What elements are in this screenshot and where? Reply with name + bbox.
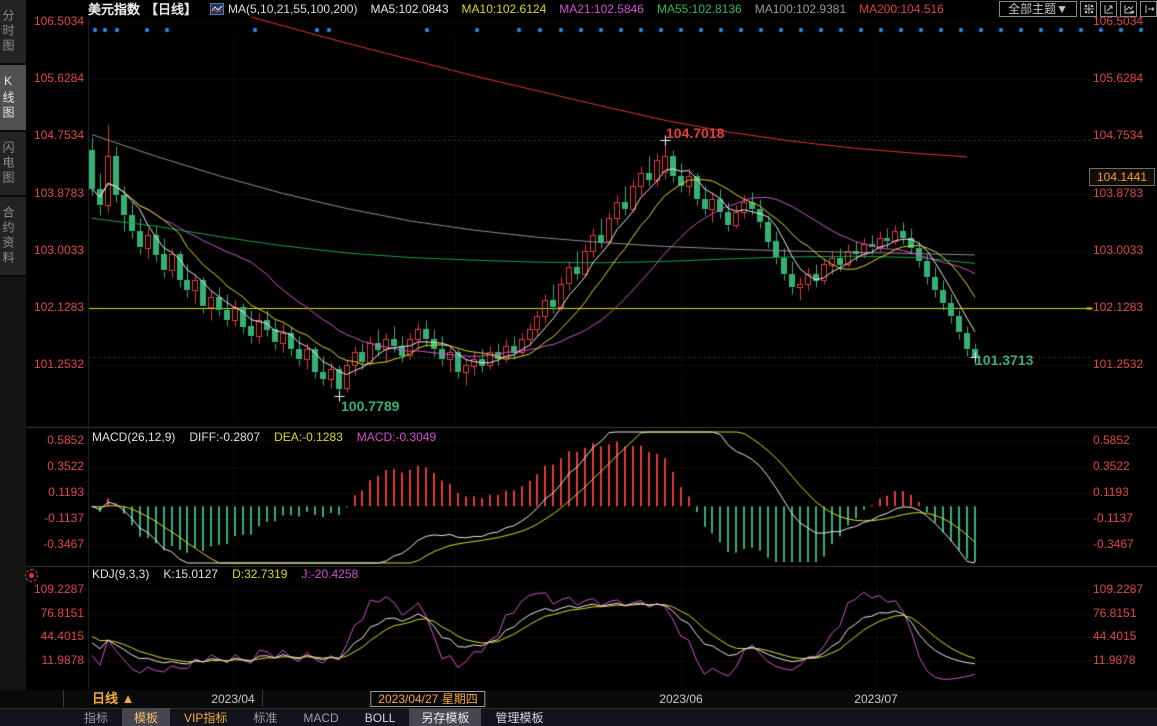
kdj-axis-label: 44.4015 <box>28 629 84 643</box>
reset-axis-icon[interactable] <box>1100 1 1117 17</box>
macd-axis-label: -0.1137 <box>1093 511 1133 525</box>
x-axis-tick: 2023/06 <box>659 692 702 706</box>
macd-axis-label: 0.1193 <box>28 485 84 499</box>
low-price-label: 100.7789 <box>341 398 399 414</box>
y-axis-label: 103.8783 <box>1093 186 1143 200</box>
period-label: 【日线】 <box>145 0 197 18</box>
tab-standard[interactable]: 标准 <box>241 708 289 726</box>
x-axis-tick: 2023/07 <box>854 692 897 706</box>
ma200-value: MA200:104.516 <box>859 2 944 16</box>
kdj-axis-label: 44.4015 <box>1093 629 1136 643</box>
macd-title: MACD(26,12,9) <box>92 430 175 444</box>
theme-dropdown-button[interactable]: 全部主题▼ <box>999 1 1077 17</box>
macd-axis-label: 0.5852 <box>28 433 84 447</box>
kdj-axis-label: 11.9878 <box>28 653 84 667</box>
macd-axis-label: 0.3522 <box>28 459 84 473</box>
kdj-axis-label: 109.2287 <box>28 582 84 596</box>
macd-axis-label: 0.3522 <box>1093 459 1130 473</box>
kdj-axis-label: 11.9878 <box>1093 653 1136 667</box>
sidebar-item-kline-chart[interactable]: K线图 <box>0 65 26 132</box>
shift-right-icon[interactable] <box>1140 1 1157 17</box>
kline-app-window: 分时图 K线图 闪电图 合约资料 美元指数 【日线】 MA(5,10,21,55… <box>0 0 1157 726</box>
chart-header-bar: 美元指数 【日线】 MA(5,10,21,55,100,200) MA5:102… <box>88 0 1157 17</box>
macd-axis-label: -0.1137 <box>28 511 84 525</box>
ma100-value: MA100:102.9381 <box>755 2 846 16</box>
last-price-label: 101.3713 <box>975 352 1033 368</box>
ma55-value: MA55:102.8136 <box>657 2 742 16</box>
chart-mode-sidebar: 分时图 K线图 闪电图 合约资料 <box>0 0 26 690</box>
macd-axis-label: 0.1193 <box>1093 485 1129 499</box>
y-axis-label: 101.2532 <box>28 357 84 371</box>
kdj-k-value: K:15.0127 <box>163 567 218 581</box>
tab-save-template[interactable]: 另存模板 <box>409 708 481 726</box>
y-axis-label: 104.7534 <box>28 128 84 142</box>
date-axis-row: 日线 ▲ 2023/04 2023/04/27 星期四 2023/06 2023… <box>0 690 1157 708</box>
tab-macd[interactable]: MACD <box>291 710 350 726</box>
y-axis-label: 102.1283 <box>28 300 84 314</box>
ma21-value: MA21:102.5846 <box>559 2 644 16</box>
macd-axis-label: -0.3467 <box>1093 537 1134 551</box>
indicator-tab-bar: 指标 模板 VIP指标 标准 MACD BOLL 另存模板 管理模板 <box>0 708 1157 726</box>
kdj-axis-label: 76.8151 <box>1093 606 1136 620</box>
y-axis-label: 102.1283 <box>1093 300 1143 314</box>
tab-indicators[interactable]: 指标 <box>72 708 120 726</box>
macd-dea-value: DEA:-0.1283 <box>274 430 343 444</box>
right-axis-price-marker: 104.1441 <box>1089 168 1155 186</box>
tab-boll[interactable]: BOLL <box>353 710 408 726</box>
y-axis-label: 105.6284 <box>28 71 84 85</box>
selected-date-label: 2023/04/27 星期四 <box>370 691 485 707</box>
indicator-settings-icon[interactable] <box>25 569 38 582</box>
tab-templates[interactable]: 模板 <box>122 708 170 726</box>
ma-settings-caption: MA(5,10,21,55,100,200) <box>228 2 357 16</box>
macd-macd-value: MACD:-0.3049 <box>357 430 436 444</box>
pan-chart-icon[interactable] <box>1120 1 1137 17</box>
tab-manage-templates[interactable]: 管理模板 <box>483 708 555 726</box>
y-axis-label: 106.5034 <box>28 14 84 28</box>
macd-axis-label: -0.3467 <box>28 537 84 551</box>
x-axis-tick: 2023/04 <box>211 692 254 706</box>
y-axis-label: 103.0033 <box>1093 243 1143 257</box>
sidebar-item-time-chart[interactable]: 分时图 <box>0 0 26 65</box>
line-chart-icon <box>210 3 224 15</box>
y-axis-label: 104.7534 <box>1093 128 1143 142</box>
kdj-j-value: J:-20.4258 <box>301 567 358 581</box>
kdj-axis-label: 76.8151 <box>28 606 84 620</box>
y-axis-label: 105.6284 <box>1093 71 1143 85</box>
kdj-title: KDJ(9,3,3) <box>92 567 149 581</box>
ma10-value: MA10:102.6124 <box>462 2 547 16</box>
kdj-axis-label: 109.2287 <box>1093 582 1143 596</box>
sidebar-item-contract-info[interactable]: 合约资料 <box>0 197 26 277</box>
tab-vip-indicators[interactable]: VIP指标 <box>172 708 239 726</box>
ma5-value: MA5:102.0843 <box>370 2 448 16</box>
kdj-d-value: D:32.7319 <box>232 567 287 581</box>
macd-diff-value: DIFF:-0.2807 <box>189 430 260 444</box>
macd-axis-label: 0.5852 <box>1093 433 1130 447</box>
high-price-label: 104.7018 <box>666 125 724 141</box>
crosshair-icon[interactable] <box>1080 1 1097 17</box>
instrument-title: 美元指数 <box>88 0 140 18</box>
y-axis-label: 101.2532 <box>1093 357 1143 371</box>
kdj-indicator-header: KDJ(9,3,3) K:15.0127 D:32.7319 J:-20.425… <box>92 567 372 581</box>
y-axis-label: 103.0033 <box>28 243 84 257</box>
sidebar-item-flash-chart[interactable]: 闪电图 <box>0 132 26 197</box>
y-axis-label: 103.8783 <box>28 186 84 200</box>
macd-indicator-header: MACD(26,12,9) DIFF:-0.2807 DEA:-0.1283 M… <box>92 430 450 444</box>
